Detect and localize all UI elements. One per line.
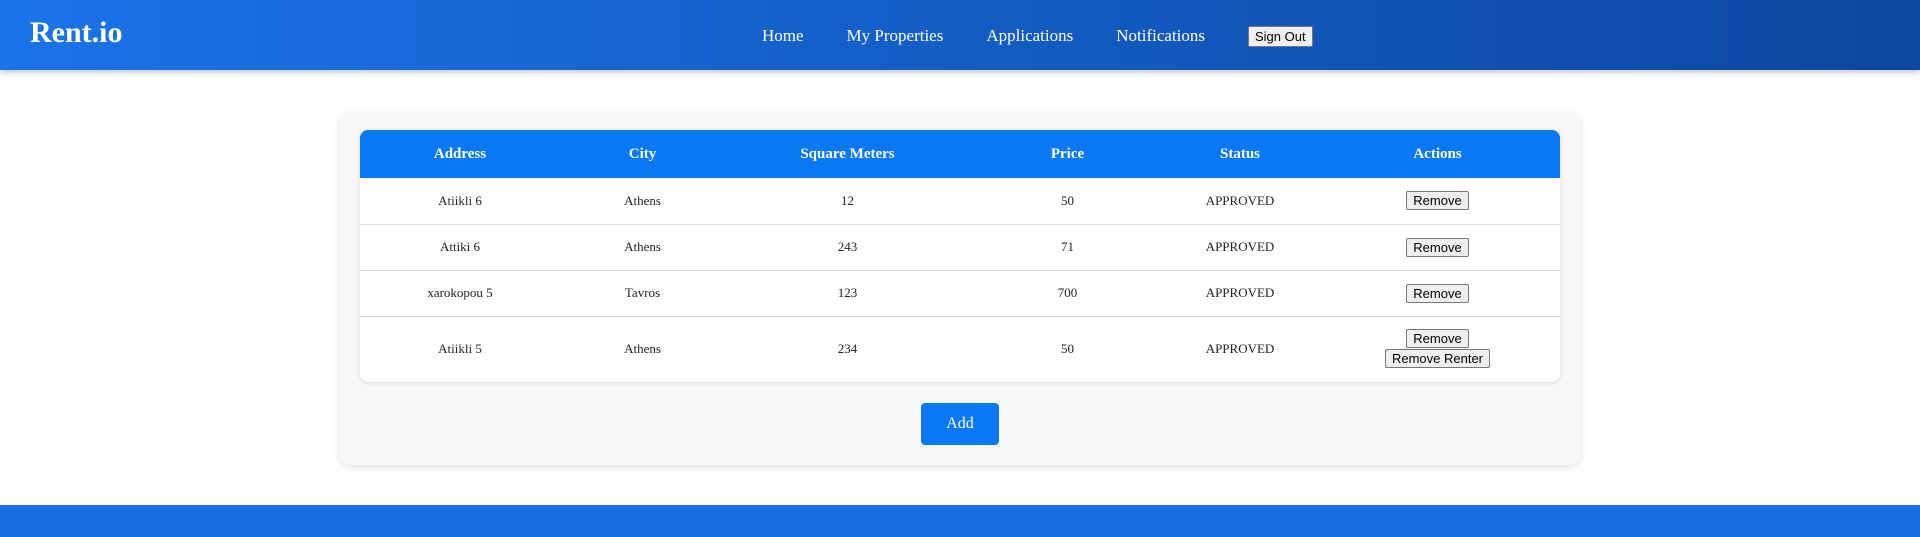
remove-button[interactable]: Remove [1406, 191, 1469, 211]
cell-price: 50 [1061, 340, 1074, 356]
cell-actions: Remove [1315, 178, 1560, 225]
actions-stack: Remove Remove Renter [1315, 329, 1560, 369]
cell-status: APPROVED [1165, 224, 1315, 271]
table-row: Attiki 6 Athens 243 71 APPROVED Remove [360, 224, 1560, 271]
column-header-status: Status [1219, 145, 1260, 162]
remove-button[interactable]: Remove [1406, 237, 1469, 257]
table-row: Atiikli 5 Athens 234 50 APPROVED Remove … [360, 316, 1560, 381]
footer-bar [0, 505, 1920, 537]
cell-actions: Remove Remove Renter [1315, 316, 1560, 381]
column-header-square-meters: Square Meters [800, 145, 895, 162]
cell-address: xarokopou 5 [360, 270, 560, 317]
cell-city: Tavros [560, 270, 725, 317]
cell-city: Athens [624, 340, 661, 356]
cell-city: Athens [560, 178, 725, 225]
cell-city: Athens [560, 224, 725, 271]
cell-address: Attiki 6 [360, 224, 560, 271]
column-header-price: Price [1050, 145, 1085, 162]
nav-applications-link[interactable]: Applications [986, 26, 1073, 46]
cell-address: Atiikli 5 [438, 340, 482, 356]
table-row: Atiikli 6 Athens 12 50 APPROVED Remove [360, 178, 1560, 225]
properties-panel: Address City Square Meters Price Status … [340, 112, 1580, 465]
app-logo[interactable]: Rent.io [30, 16, 123, 50]
table-header-row: Address City Square Meters Price Status … [360, 130, 1560, 178]
nav-my-properties-link[interactable]: My Properties [847, 26, 944, 46]
sign-out-button[interactable]: Sign Out [1248, 25, 1313, 47]
add-property-button[interactable]: Add [921, 403, 999, 445]
cell-status: APPROVED [1165, 270, 1315, 317]
nav-home-link[interactable]: Home [762, 26, 804, 46]
nav-notifications-link[interactable]: Notifications [1116, 26, 1205, 46]
cell-price: 71 [970, 224, 1165, 271]
column-header-city: City [628, 145, 657, 162]
table-row: xarokopou 5 Tavros 123 700 APPROVED Remo… [360, 270, 1560, 317]
cell-square-meters: 243 [725, 224, 970, 271]
cell-status: APPROVED [1205, 340, 1275, 356]
cell-actions: Remove [1315, 270, 1560, 317]
cell-square-meters: 234 [837, 340, 858, 356]
cell-address: Atiikli 6 [360, 178, 560, 225]
properties-table-card: Address City Square Meters Price Status … [360, 130, 1560, 382]
cell-square-meters: 123 [725, 270, 970, 317]
top-navbar: Rent.io Home My Properties Applications … [0, 0, 1920, 70]
cell-square-meters: 12 [725, 178, 970, 225]
properties-table: Address City Square Meters Price Status … [360, 130, 1560, 381]
remove-renter-button[interactable]: Remove Renter [1384, 349, 1491, 369]
remove-button[interactable]: Remove [1406, 329, 1469, 349]
cell-price: 700 [970, 270, 1165, 317]
cell-status: APPROVED [1165, 178, 1315, 225]
remove-button[interactable]: Remove [1406, 283, 1469, 303]
cell-actions: Remove [1315, 224, 1560, 271]
column-header-address: Address [433, 145, 487, 162]
cell-price: 50 [970, 178, 1165, 225]
main-nav: Home My Properties Applications Notifica… [762, 24, 1313, 48]
column-header-actions: Actions [1413, 145, 1462, 162]
